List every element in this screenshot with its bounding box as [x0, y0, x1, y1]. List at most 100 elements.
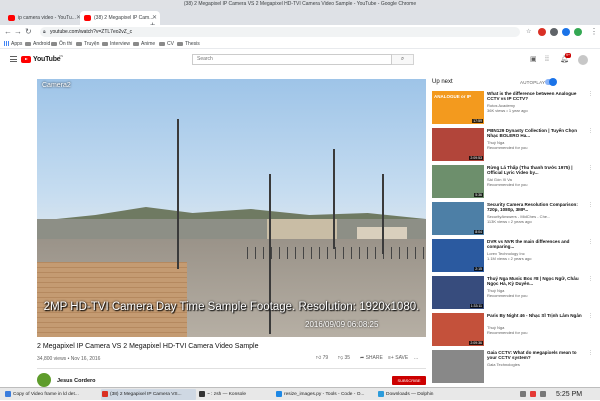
video-views-date: 34,800 views • Nov 16, 2016 [37, 356, 101, 362]
extension-icon[interactable] [550, 28, 558, 36]
address-bar[interactable]: 🔒︎ youtube.com/watch?v=ZTL7eo2vZ_c [40, 27, 520, 37]
folder-icon [76, 41, 82, 46]
apps-grid-icon [4, 41, 9, 47]
kebab-icon[interactable]: ⋮ [588, 239, 593, 245]
bookmark-interview[interactable]: Interview [102, 39, 130, 49]
recommendation-item[interactable]: 5:36 Rừng Lá Thấp (Thu thanh trước 1975) … [432, 165, 593, 201]
video-frame-building [267, 219, 337, 241]
extension-icon[interactable] [538, 28, 546, 36]
volume-icon[interactable] [540, 391, 546, 397]
recommendation-item[interactable]: 2:09:53 PBN129 Dynasty Collection | Tuyển… [432, 128, 593, 164]
recommendation-item[interactable]: 8:04 Security Camera Resolution Compariso… [432, 202, 593, 238]
recommendation-title[interactable]: Paris By Night 46 - Nhạc Sĩ Trịnh Lâm Ng… [487, 313, 587, 318]
recommendation-title[interactable]: PBN129 Dynasty Collection | Tuyển Chọn N… [487, 128, 587, 139]
kebab-icon[interactable]: ⋮ [588, 165, 593, 171]
subscribe-button[interactable]: SUBSCRIBE [392, 376, 426, 385]
app-icon [5, 391, 11, 397]
hamburger-menu-icon[interactable] [10, 56, 17, 62]
recommendation-title[interactable]: What is the difference between Analogue … [487, 91, 587, 102]
video-thumbnail[interactable]: 1:33:11 [432, 276, 484, 309]
search-button[interactable]: ⌕ [392, 54, 414, 65]
recommendation-item[interactable]: Gaia CCTV: What do megapixels mean to yo… [432, 350, 593, 386]
bookmark-label: Interview [110, 41, 131, 47]
recommendation-title[interactable]: Thuý Nga Music Box #8 | Ngọc Ngữ, Châu N… [487, 276, 587, 287]
kebab-icon[interactable]: ⋮ [588, 276, 593, 282]
more-actions-button[interactable]: ... [414, 355, 418, 361]
star-icon[interactable]: ☆ [526, 25, 531, 39]
tab-megapixel-video[interactable]: (38) 2 Megapixel IP Cam... ✕ [80, 11, 160, 25]
video-thumbnail[interactable]: 5:36 [432, 165, 484, 198]
video-duration: 2:09:36 [469, 340, 483, 345]
bookmark-cv[interactable]: CV [159, 39, 174, 49]
extension-icon[interactable] [574, 28, 582, 36]
playlist-add-icon: ≡+ [388, 355, 394, 361]
video-player[interactable]: Camera2 2MP HD-TVI Camera Day Time Sampl… [37, 79, 426, 337]
taskbar-task[interactable]: (38) 2 Megapixel IP Camera VS... [101, 389, 196, 400]
recommendation-item[interactable]: 1:33:11 Thuý Nga Music Box #8 | Ngọc Ngữ,… [432, 276, 593, 312]
tab-strip: ip camera video - YouTu... ✕ (38) 2 Mega… [0, 9, 600, 30]
taskbar-task[interactable]: ~ : zsh — Konsole [198, 389, 273, 400]
taskbar-task[interactable]: Copy of Video frame in ld det... [4, 389, 99, 400]
bookmark-thesis[interactable]: Thesis [177, 39, 200, 49]
extension-icon[interactable] [562, 28, 570, 36]
recommendation-item[interactable]: ANALOGUE or IP 17:59 What is the differenc… [432, 91, 593, 127]
account-avatar[interactable] [578, 55, 588, 65]
kebab-icon[interactable]: ⋮ [590, 25, 598, 39]
channel-name[interactable]: Jesus Cordero [57, 378, 96, 384]
reload-icon[interactable]: ↻ [25, 25, 32, 39]
search-input[interactable]: Search [192, 54, 392, 65]
tab-ip-camera-video[interactable]: ip camera video - YouTu... ✕ [4, 11, 84, 25]
notification-badge: 9+ [565, 53, 571, 58]
kebab-icon[interactable]: ⋮ [588, 350, 593, 356]
recommendation-title[interactable]: DVR vs NVR the main differences and comp… [487, 239, 587, 250]
folder-icon [133, 41, 139, 46]
video-thumbnail[interactable]: 2:15 [432, 239, 484, 272]
tray-app-icon[interactable] [530, 391, 536, 397]
like-button[interactable]: 👍︎ 79 [316, 355, 328, 361]
recommendation-title[interactable]: Security Camera Resolution Comparison: 7… [487, 202, 587, 213]
tab-label: (38) 2 Megapixel IP Cam... [94, 15, 154, 21]
create-video-icon[interactable]: ▣ [530, 55, 537, 65]
taskbar: Copy of Video frame in ld det... (38) 2 … [0, 387, 600, 400]
folder-icon [102, 41, 108, 46]
task-label: resize_images.py - Tools - Code - O... [284, 392, 365, 397]
video-duration: 1:33:11 [469, 303, 483, 308]
arrow-left-icon[interactable]: ← [4, 25, 12, 39]
video-thumbnail[interactable]: ANALOGUE or IP 17:59 [432, 91, 484, 124]
video-thumbnail[interactable]: 2:09:53 [432, 128, 484, 161]
recommendation-meta: Recommended for you [487, 293, 528, 298]
recommendation-title[interactable]: Gaia CCTV: What do megapixels mean to yo… [487, 350, 587, 361]
app-icon [102, 391, 108, 397]
recommendation-title[interactable]: Rừng Lá Thấp (Thu thanh trước 1975) | Of… [487, 165, 587, 176]
arrow-right-icon[interactable]: → [14, 25, 22, 39]
recommendation-item[interactable]: 2:09:36 Paris By Night 46 - Nhạc Sĩ Trịnh… [432, 313, 593, 349]
video-thumbnail[interactable]: 2:09:36 [432, 313, 484, 346]
video-caption: 2MP HD-TVI Camera Day Time Sample Footag… [43, 301, 420, 313]
bookmark-truyen[interactable]: Truyện [76, 39, 99, 49]
kebab-icon[interactable]: ⋮ [588, 91, 593, 97]
save-button[interactable]: ≡+ SAVE [388, 355, 408, 361]
autoplay-toggle[interactable] [545, 78, 557, 86]
video-thumbnail[interactable] [432, 350, 484, 383]
network-icon[interactable] [520, 391, 526, 397]
bookmark-apps[interactable]: Apps [4, 39, 22, 49]
bookmark-anime[interactable]: Anime [133, 39, 155, 49]
kebab-icon[interactable]: ⋮ [588, 202, 593, 208]
url-text: youtube.com/watch?v=ZTL7eo2vZ_c [50, 29, 133, 35]
thumbs-up-icon: 👍︎ [316, 355, 322, 361]
share-button[interactable]: ➦ SHARE [360, 355, 383, 361]
dislike-button[interactable]: 👎︎ 35 [338, 355, 350, 361]
lock-icon: 🔒︎ [43, 29, 46, 35]
taskbar-task[interactable]: Downloads — Dolphin [377, 389, 462, 400]
recommendation-item[interactable]: 2:15 DVR vs NVR the main differences and … [432, 239, 593, 275]
kebab-icon[interactable]: ⋮ [588, 313, 593, 319]
bookmark-on-thi[interactable]: Ôn thi [51, 39, 72, 49]
channel-avatar[interactable] [37, 373, 51, 387]
video-thumbnail[interactable]: 8:04 [432, 202, 484, 235]
taskbar-task[interactable]: resize_images.py - Tools - Code - O... [275, 389, 375, 400]
bookmark-android[interactable]: Android [25, 39, 50, 49]
video-frame-wall [37, 262, 187, 337]
kebab-icon[interactable]: ⋮ [588, 128, 593, 134]
like-count: 79 [322, 355, 329, 361]
apps-icon[interactable]: ⁞⁞ [545, 55, 549, 65]
